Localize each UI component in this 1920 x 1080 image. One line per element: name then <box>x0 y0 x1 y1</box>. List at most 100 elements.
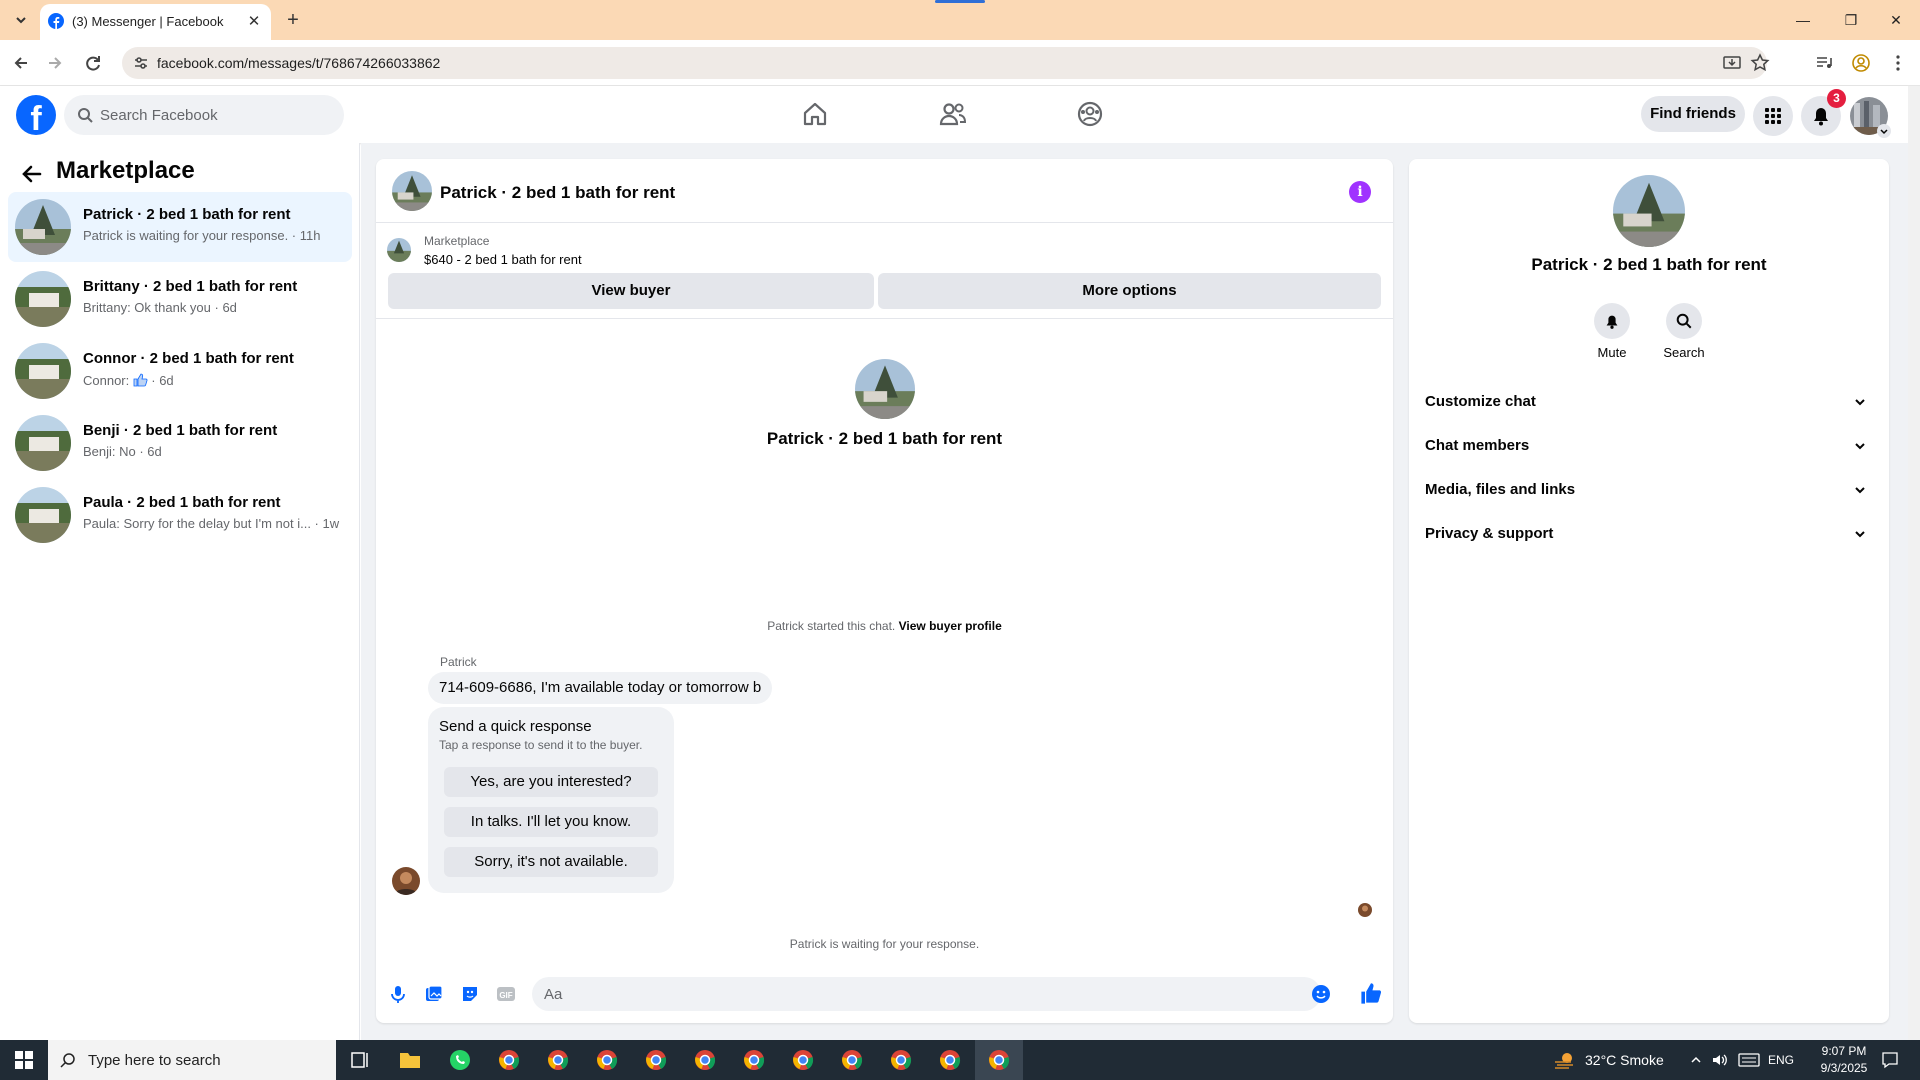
more-options-button[interactable]: More options <box>878 273 1381 309</box>
language-indicator[interactable]: ENG <box>1768 1053 1794 1080</box>
file-explorer-icon[interactable] <box>386 1040 434 1080</box>
listing-thumbnail <box>15 487 71 543</box>
chrome-window-icon[interactable] <box>779 1040 827 1080</box>
page-scrollbar[interactable] <box>1908 86 1920 1040</box>
reload-icon[interactable] <box>78 48 108 78</box>
find-friends-button[interactable]: Find friends <box>1641 96 1745 132</box>
mute-button[interactable]: Mute <box>1572 303 1652 360</box>
facebook-search-input[interactable]: Search Facebook <box>64 95 344 135</box>
chrome-window-icon[interactable] <box>828 1040 876 1080</box>
back-icon[interactable] <box>6 48 36 78</box>
menu-grid-button[interactable] <box>1753 96 1793 136</box>
chrome-window-icon[interactable] <box>730 1040 778 1080</box>
taskbar-search-input[interactable]: Type here to search <box>48 1040 336 1080</box>
install-app-icon[interactable] <box>1722 53 1742 73</box>
start-button[interactable] <box>0 1040 48 1080</box>
conversation-item-patrick[interactable]: Patrick · 2 bed 1 bath for rent Patrick … <box>8 192 352 262</box>
search-label: Search <box>1663 345 1705 360</box>
keyboard-icon[interactable] <box>1738 1053 1760 1067</box>
listing-price[interactable]: $640 - 2 bed 1 bath for rent <box>424 252 582 267</box>
chevron-down-icon <box>1855 487 1865 494</box>
clock[interactable]: 9:07 PM 9/3/2025 <box>1810 1044 1878 1080</box>
conversation-item-connor[interactable]: Connor · 2 bed 1 bath for rent Connor: ·… <box>8 336 352 406</box>
chat-started-note: Patrick started this chat. View buyer pr… <box>376 619 1393 633</box>
conversation-name: Connor · 2 bed 1 bath for rent <box>83 350 294 367</box>
chrome-window-icon[interactable] <box>583 1040 631 1080</box>
profile-icon[interactable] <box>1851 53 1871 73</box>
microphone-icon[interactable] <box>388 984 408 1004</box>
minimize-button[interactable]: — <box>1788 8 1818 32</box>
sender-avatar[interactable] <box>392 867 420 895</box>
chrome-window-icon[interactable] <box>485 1040 533 1080</box>
search-icon <box>78 108 93 123</box>
conversation-name: Patrick · 2 bed 1 bath for rent <box>83 206 291 223</box>
message-bubble[interactable]: 714-609-6686, I'm available today or tom… <box>428 672 773 704</box>
address-bar[interactable]: facebook.com/messages/t/768674266033862 <box>122 47 1770 79</box>
info-icon[interactable]: i <box>1349 181 1371 203</box>
chat-members-section[interactable]: Chat members <box>1425 423 1873 467</box>
quick-response-in-talks[interactable]: In talks. I'll let you know. <box>444 807 658 837</box>
conversation-intro: Patrick · 2 bed 1 bath for rent <box>376 359 1393 449</box>
close-window-button[interactable]: ✕ <box>1881 8 1911 32</box>
task-view-icon[interactable] <box>336 1040 384 1080</box>
conversation-item-paula[interactable]: Paula · 2 bed 1 bath for rent Paula: Sor… <box>8 480 352 550</box>
view-buyer-profile-link[interactable]: View buyer profile <box>899 619 1002 633</box>
home-icon[interactable] <box>795 96 835 132</box>
chrome-window-icon[interactable] <box>534 1040 582 1080</box>
chat-avatar[interactable] <box>392 171 432 211</box>
privacy-support-section[interactable]: Privacy & support <box>1425 511 1873 555</box>
chrome-window-icon[interactable] <box>681 1040 729 1080</box>
clock-date: 9/3/2025 <box>1820 1061 1868 1075</box>
facebook-logo-icon[interactable]: f <box>16 95 56 135</box>
friends-icon[interactable] <box>933 96 973 132</box>
sticker-icon[interactable] <box>460 984 480 1004</box>
listing-label: Marketplace <box>424 234 490 248</box>
quick-response-yes[interactable]: Yes, are you interested? <box>444 767 658 797</box>
close-tab-icon[interactable]: ✕ <box>245 13 263 31</box>
notification-center-icon[interactable] <box>1881 1051 1899 1069</box>
site-info-icon[interactable] <box>132 54 150 72</box>
search-icon <box>60 1053 75 1068</box>
chrome-window-icon[interactable] <box>975 1040 1023 1080</box>
restore-button[interactable]: ❐ <box>1836 8 1866 32</box>
chat-title[interactable]: Patrick · 2 bed 1 bath for rent <box>440 183 675 203</box>
facebook-favicon-icon <box>48 13 64 29</box>
account-chevron-icon[interactable] <box>1877 124 1891 138</box>
forward-icon[interactable] <box>40 48 70 78</box>
media-controls-icon[interactable] <box>1814 53 1834 73</box>
info-avatar[interactable] <box>1613 175 1685 247</box>
message-input[interactable]: Aa <box>532 977 1321 1011</box>
volume-icon[interactable] <box>1711 1052 1729 1068</box>
grid-icon <box>1765 108 1781 124</box>
gif-icon[interactable]: GIF <box>496 984 516 1004</box>
like-icon[interactable] <box>1359 982 1383 1006</box>
facebook-header: f Search Facebook Find friends 3 <box>0 86 1908 143</box>
chrome-window-icon[interactable] <box>877 1040 925 1080</box>
quick-response-not-available[interactable]: Sorry, it's not available. <box>444 847 658 877</box>
chrome-window-icon[interactable] <box>632 1040 680 1080</box>
emoji-icon[interactable] <box>1311 984 1331 1004</box>
tab-search-dropdown-icon[interactable] <box>10 9 32 31</box>
back-arrow-icon[interactable] <box>18 160 46 188</box>
preview-prefix: Connor: <box>83 372 130 388</box>
conversation-preview: Benji: No · 6d <box>83 444 162 459</box>
customize-chat-section[interactable]: Customize chat <box>1425 379 1873 423</box>
browser-tab-messenger[interactable]: (3) Messenger | Facebook ✕ <box>40 4 271 40</box>
whatsapp-icon[interactable] <box>436 1040 484 1080</box>
chrome-menu-icon[interactable] <box>1888 53 1908 73</box>
waiting-note: Patrick is waiting for your response. <box>789 937 980 951</box>
chrome-window-icon[interactable] <box>926 1040 974 1080</box>
search-in-chat-button[interactable]: Search <box>1644 303 1724 360</box>
conversation-item-brittany[interactable]: Brittany · 2 bed 1 bath for rent Brittan… <box>8 264 352 334</box>
conversation-item-benji[interactable]: Benji · 2 bed 1 bath for rent Benji: No … <box>8 408 352 478</box>
section-label: Customize chat <box>1425 393 1536 410</box>
bookmark-star-icon[interactable] <box>1750 53 1770 73</box>
weather-text[interactable]: 32°C Smoke <box>1585 1052 1664 1080</box>
chevron-up-icon[interactable] <box>1689 1053 1703 1067</box>
weather-icon[interactable] <box>1553 1050 1577 1070</box>
media-files-links-section[interactable]: Media, files and links <box>1425 467 1873 511</box>
view-buyer-button[interactable]: View buyer <box>388 273 874 309</box>
photo-icon[interactable] <box>424 984 444 1004</box>
new-tab-button[interactable]: + <box>281 8 305 32</box>
groups-icon[interactable] <box>1070 96 1110 132</box>
